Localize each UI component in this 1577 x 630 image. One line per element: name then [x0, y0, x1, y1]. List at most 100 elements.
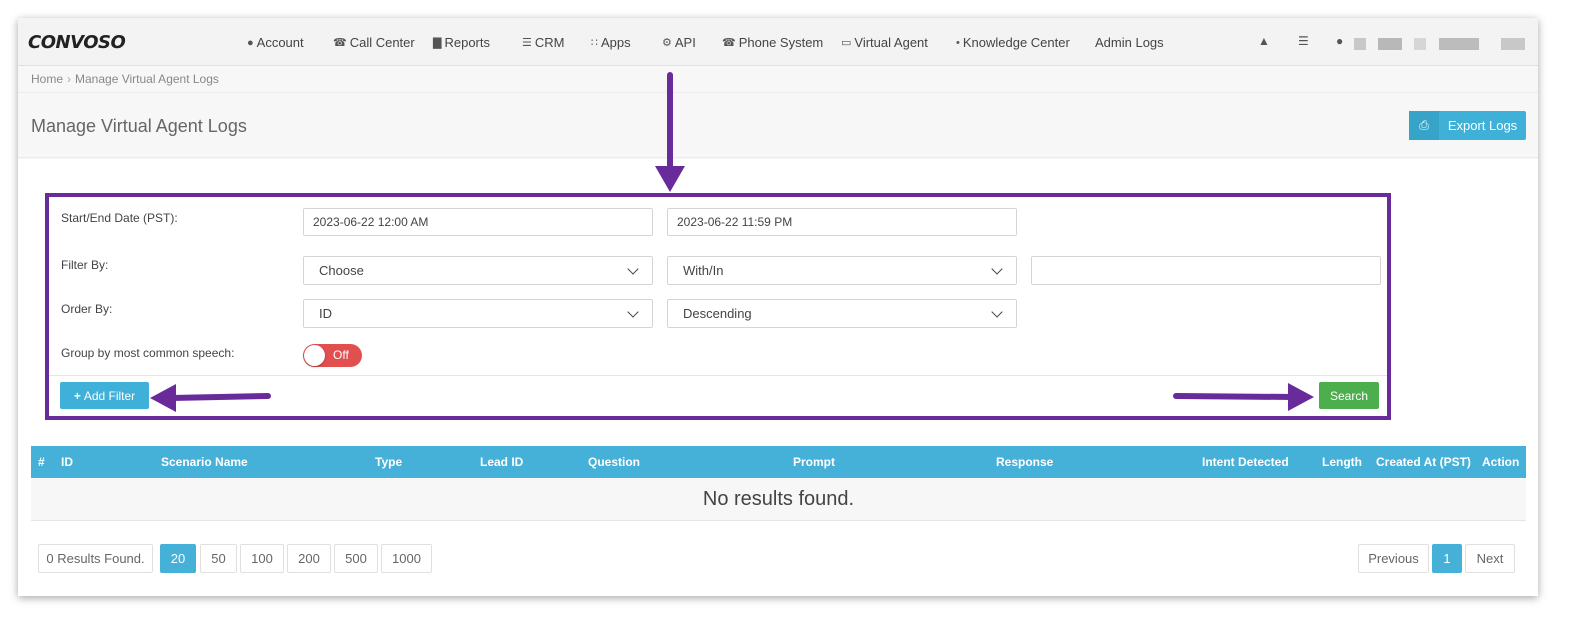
page-size-option[interactable]: 200: [287, 544, 331, 573]
nav-knowledge-center[interactable]: • Knowledge Center: [956, 35, 1070, 50]
column-header[interactable]: Created At (PST): [1376, 455, 1471, 469]
column-header[interactable]: Length: [1322, 455, 1362, 469]
group-by-speech-label: Group by most common speech:: [61, 346, 235, 360]
column-header[interactable]: Scenario Name: [161, 455, 248, 469]
breadcrumb-current: Manage Virtual Agent Logs: [75, 72, 219, 86]
nav-crm[interactable]: ☰ CRM: [522, 35, 564, 50]
search-button[interactable]: Search: [1319, 382, 1379, 409]
page-header: Manage Virtual Agent Logs ⎙ Export Logs: [18, 94, 1538, 158]
previous-page-button[interactable]: Previous: [1358, 544, 1429, 573]
filter-operator-value: With/In: [683, 263, 724, 278]
next-page-button[interactable]: Next: [1465, 544, 1515, 573]
chevron-down-icon: [627, 262, 639, 275]
filter-field-select[interactable]: Choose: [303, 256, 653, 285]
page-size-option[interactable]: 50: [200, 544, 237, 573]
page-size-option[interactable]: 500: [334, 544, 378, 573]
nav-knowledge-center-label: Knowledge Center: [962, 35, 1070, 50]
column-header[interactable]: #: [38, 455, 45, 469]
redacted-user-info: [1354, 38, 1366, 50]
print-icon: ⎙: [1409, 111, 1439, 140]
filter-value-input[interactable]: [1031, 256, 1381, 285]
nav-crm-label: CRM: [534, 35, 565, 50]
start-date-input[interactable]: 2023-06-22 12:00 AM: [303, 208, 653, 236]
export-logs-label: Export Logs: [1447, 118, 1518, 133]
nav-apps[interactable]: ∷ Apps: [591, 35, 631, 50]
results-count: 0 Results Found.: [38, 544, 153, 573]
order-field-select[interactable]: ID: [303, 299, 653, 328]
phone-icon: ☎: [333, 37, 347, 49]
toggle-knob: [304, 345, 325, 366]
grid-icon: ∷: [591, 37, 598, 49]
results-table-header: # ID Scenario Name Type Lead ID Question…: [31, 446, 1526, 478]
nav-account-label: Account: [256, 35, 304, 50]
column-header[interactable]: Prompt: [793, 455, 835, 469]
column-header[interactable]: ID: [61, 455, 73, 469]
toggle-state-label: Off: [333, 348, 349, 362]
nav-reports-label: Reports: [444, 35, 490, 50]
filter-operator-select[interactable]: With/In: [667, 256, 1017, 285]
nav-call-center-label: Call Center: [349, 35, 415, 50]
breadcrumb-home-link[interactable]: Home: [31, 72, 63, 86]
chevron-down-icon: [991, 262, 1003, 275]
nav-call-center[interactable]: ☎ Call Center: [333, 35, 415, 50]
order-direction-value: Descending: [683, 306, 752, 321]
breadcrumb: Home › Manage Virtual Agent Logs: [31, 72, 219, 86]
breadcrumb-separator: ›: [67, 72, 72, 86]
redacted-user-info: [1414, 38, 1426, 50]
date-range-label: Start/End Date (PST):: [61, 211, 178, 225]
column-header[interactable]: Lead ID: [480, 455, 523, 469]
page-size-option[interactable]: 100: [240, 544, 284, 573]
page-size-option[interactable]: 1000: [381, 544, 432, 573]
add-filter-button[interactable]: + Add Filter: [60, 382, 149, 409]
add-filter-label: Add Filter: [83, 388, 136, 403]
column-header[interactable]: Intent Detected: [1202, 455, 1289, 469]
column-header[interactable]: Question: [588, 455, 640, 469]
empty-results-message: No results found.: [31, 479, 1526, 521]
main-content: Start/End Date (PST): 2023-06-22 12:00 A…: [18, 159, 1538, 596]
bar-chart-icon: ▇: [433, 37, 442, 49]
monitor-icon: ▭: [841, 37, 852, 49]
end-date-input[interactable]: 2023-06-22 11:59 PM: [667, 208, 1017, 236]
order-field-value: ID: [319, 306, 332, 321]
nav-reports[interactable]: ▇ Reports: [433, 35, 490, 50]
phone-icon: ☎: [722, 37, 736, 49]
lightbulb-icon: •: [956, 36, 960, 49]
nav-admin-logs-label: Admin Logs: [1095, 35, 1164, 50]
group-by-speech-toggle[interactable]: Off: [303, 344, 362, 367]
chevron-down-icon: [991, 305, 1003, 318]
page-size-option[interactable]: 20: [160, 544, 196, 573]
column-header[interactable]: Type: [375, 455, 402, 469]
nav-virtual-agent-label: Virtual Agent: [854, 35, 928, 50]
app-window: CONVOSO ● Account ☎ Call Center ▇ Report…: [18, 18, 1538, 596]
page-title: Manage Virtual Agent Logs: [31, 116, 247, 136]
filter-field-value: Choose: [319, 263, 364, 278]
filter-by-label: Filter By:: [61, 258, 109, 272]
filter-panel: Start/End Date (PST): 2023-06-22 12:00 A…: [45, 193, 1391, 420]
redacted-user-info: [1439, 38, 1479, 50]
database-icon[interactable]: ☰: [1298, 34, 1309, 48]
gear-icon: ⚙: [662, 37, 672, 49]
filter-divider: [49, 375, 1387, 376]
order-direction-select[interactable]: Descending: [667, 299, 1017, 328]
nav-api[interactable]: ⚙ API: [662, 35, 696, 50]
export-logs-button[interactable]: ⎙ Export Logs: [1409, 111, 1526, 140]
user-icon: ●: [247, 36, 254, 49]
list-icon: ☰: [522, 37, 532, 49]
current-page-button[interactable]: 1: [1432, 544, 1462, 573]
nav-admin-logs[interactable]: Admin Logs: [1095, 35, 1164, 50]
nav-phone-system[interactable]: ☎ Phone System: [722, 35, 823, 50]
redacted-user-info: [1378, 38, 1402, 50]
breadcrumb-bar: Home › Manage Virtual Agent Logs: [18, 67, 1538, 93]
chevron-down-icon: [627, 305, 639, 318]
convoso-logo[interactable]: CONVOSO: [28, 32, 126, 53]
top-navbar: CONVOSO ● Account ☎ Call Center ▇ Report…: [18, 18, 1538, 66]
nav-account[interactable]: ● Account: [247, 35, 304, 50]
nav-virtual-agent[interactable]: ▭ Virtual Agent: [841, 35, 928, 50]
plus-icon: +: [73, 388, 81, 403]
order-by-label: Order By:: [61, 302, 113, 316]
bell-icon[interactable]: ▲: [1258, 34, 1270, 48]
column-header[interactable]: Action: [1482, 455, 1519, 469]
column-header[interactable]: Response: [996, 455, 1053, 469]
nav-api-label: API: [674, 35, 696, 50]
user-icon[interactable]: ●: [1336, 34, 1343, 48]
